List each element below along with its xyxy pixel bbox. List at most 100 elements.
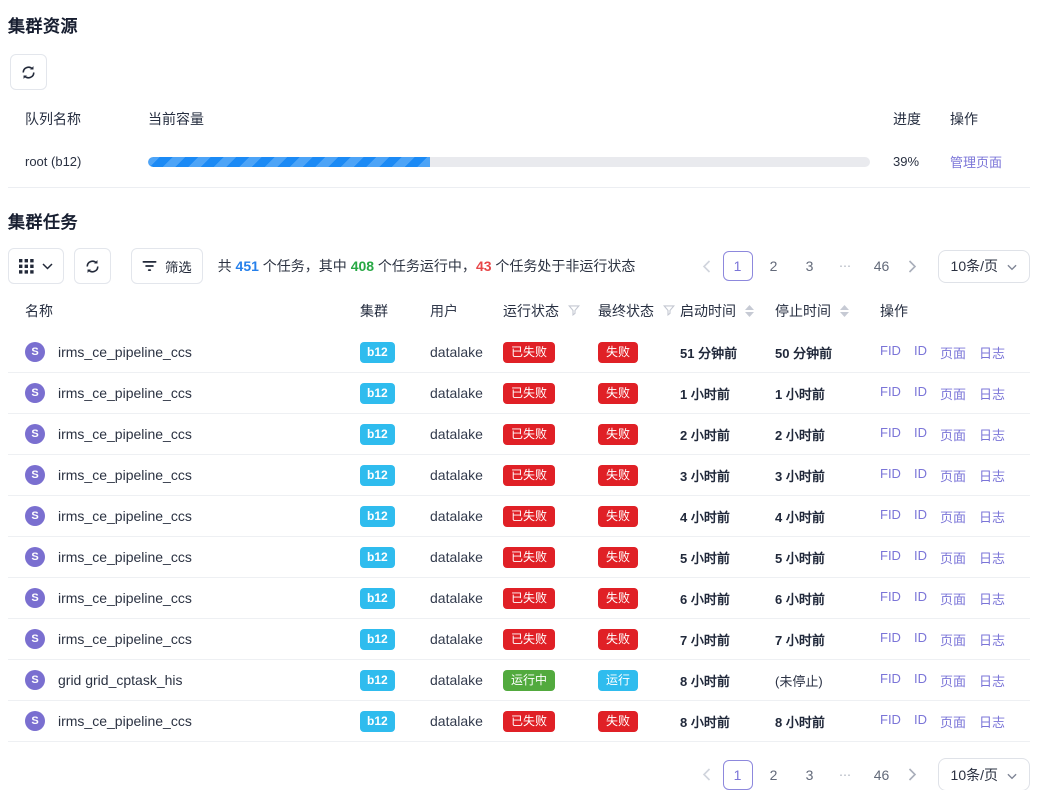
pagination-next-button[interactable]	[900, 251, 926, 281]
filter-button[interactable]: 筛选	[131, 248, 203, 284]
header-cluster: 集群	[360, 301, 430, 321]
action-link-日志[interactable]: 日志	[979, 630, 1005, 649]
page-size-select[interactable]: 10条/页	[938, 758, 1030, 790]
action-link-日志[interactable]: 日志	[979, 548, 1005, 567]
task-name: irms_ce_pipeline_ccs	[58, 590, 192, 606]
final-status-badge: 失败	[598, 711, 638, 732]
chevron-down-icon	[42, 263, 53, 270]
action-link-日志[interactable]: 日志	[979, 425, 1005, 444]
action-link-fid[interactable]: FID	[880, 507, 901, 526]
header-user: 用户	[430, 301, 503, 321]
action-link-页面[interactable]: 页面	[940, 671, 966, 690]
action-link-fid[interactable]: FID	[880, 466, 901, 485]
total-task-count: 451	[236, 258, 259, 274]
action-link-日志[interactable]: 日志	[979, 507, 1005, 526]
task-name: irms_ce_pipeline_ccs	[58, 385, 192, 401]
action-link-fid[interactable]: FID	[880, 712, 901, 731]
column-sorter-icon[interactable]	[840, 305, 849, 317]
action-link-id[interactable]: ID	[914, 507, 927, 526]
pagination-page-3[interactable]: 3	[795, 251, 825, 281]
pagination-page-3[interactable]: 3	[795, 760, 825, 790]
column-settings-button[interactable]	[8, 248, 64, 284]
action-link-页面[interactable]: 页面	[940, 466, 966, 485]
chevron-down-icon	[1007, 767, 1017, 783]
pagination-page-46[interactable]: 46	[867, 760, 897, 790]
start-time: 6 小时前	[680, 589, 775, 608]
manage-page-link[interactable]: 管理页面	[950, 155, 1002, 170]
pagination-page-1[interactable]: 1	[723, 251, 753, 281]
action-link-id[interactable]: ID	[914, 589, 927, 608]
action-link-id[interactable]: ID	[914, 384, 927, 403]
action-link-id[interactable]: ID	[914, 425, 927, 444]
task-name: irms_ce_pipeline_ccs	[58, 713, 192, 729]
user-cell: datalake	[430, 426, 503, 442]
final-status-badge: 失败	[598, 342, 638, 363]
action-link-日志[interactable]: 日志	[979, 671, 1005, 690]
run-status-badge: 已失败	[503, 629, 555, 650]
stop-time: (未停止)	[775, 671, 880, 690]
action-link-fid[interactable]: FID	[880, 589, 901, 608]
start-time: 51 分钟前	[680, 343, 775, 362]
pagination-prev-button[interactable]	[694, 251, 720, 281]
table-row: S grid grid_cptask_his b12 datalake 运行中 …	[8, 660, 1030, 701]
action-link-fid[interactable]: FID	[880, 548, 901, 567]
action-link-页面[interactable]: 页面	[940, 589, 966, 608]
column-filter-icon[interactable]	[568, 303, 580, 319]
action-link-日志[interactable]: 日志	[979, 466, 1005, 485]
page-size-select[interactable]: 10条/页	[938, 250, 1030, 283]
start-time: 5 小时前	[680, 548, 775, 567]
action-link-fid[interactable]: FID	[880, 384, 901, 403]
action-link-页面[interactable]: 页面	[940, 712, 966, 731]
action-link-id[interactable]: ID	[914, 548, 927, 567]
user-cell: datalake	[430, 713, 503, 729]
action-link-日志[interactable]: 日志	[979, 343, 1005, 362]
stopped-task-count: 43	[476, 258, 492, 274]
final-status-badge: 失败	[598, 424, 638, 445]
run-status-badge: 已失败	[503, 342, 555, 363]
row-actions: FID ID 页面日志	[880, 589, 1030, 608]
pagination: 123⋯46	[694, 760, 926, 790]
pagination-page-46[interactable]: 46	[867, 251, 897, 281]
table-row: S irms_ce_pipeline_ccs b12 datalake 已失败 …	[8, 578, 1030, 619]
action-link-fid[interactable]: FID	[880, 343, 901, 362]
action-link-页面[interactable]: 页面	[940, 630, 966, 649]
start-time: 8 小时前	[680, 671, 775, 690]
action-link-id[interactable]: ID	[914, 630, 927, 649]
page-size-value: 10条/页	[951, 765, 998, 785]
action-link-id[interactable]: ID	[914, 343, 927, 362]
pagination-page-1[interactable]: 1	[723, 760, 753, 790]
action-link-日志[interactable]: 日志	[979, 384, 1005, 403]
action-link-fid[interactable]: FID	[880, 425, 901, 444]
action-link-id[interactable]: ID	[914, 712, 927, 731]
tasks-table: 名称 集群 用户 运行状态 最终状态 启动时间 停止时间	[8, 290, 1030, 742]
pagination-prev-button[interactable]	[694, 760, 720, 790]
task-name: irms_ce_pipeline_ccs	[58, 631, 192, 647]
action-link-fid[interactable]: FID	[880, 630, 901, 649]
table-row: S irms_ce_pipeline_ccs b12 datalake 已失败 …	[8, 414, 1030, 455]
action-link-日志[interactable]: 日志	[979, 712, 1005, 731]
action-link-页面[interactable]: 页面	[940, 507, 966, 526]
pagination-page-2[interactable]: 2	[759, 760, 789, 790]
cluster-badge: b12	[360, 506, 395, 527]
action-link-id[interactable]: ID	[914, 466, 927, 485]
pagination-page-2[interactable]: 2	[759, 251, 789, 281]
action-link-页面[interactable]: 页面	[940, 425, 966, 444]
table-row: S irms_ce_pipeline_ccs b12 datalake 已失败 …	[8, 701, 1030, 742]
column-sorter-icon[interactable]	[745, 305, 754, 317]
action-link-页面[interactable]: 页面	[940, 548, 966, 567]
header-name: 名称	[8, 301, 360, 321]
final-status-badge: 失败	[598, 547, 638, 568]
tasks-refresh-button[interactable]	[74, 248, 111, 284]
action-link-页面[interactable]: 页面	[940, 343, 966, 362]
column-filter-icon[interactable]	[663, 303, 675, 319]
row-actions: FID ID 页面日志	[880, 343, 1030, 362]
pagination-next-button[interactable]	[900, 760, 926, 790]
task-name: irms_ce_pipeline_ccs	[58, 467, 192, 483]
action-link-页面[interactable]: 页面	[940, 384, 966, 403]
row-actions: FID ID 页面日志	[880, 384, 1030, 403]
action-link-日志[interactable]: 日志	[979, 589, 1005, 608]
action-link-id[interactable]: ID	[914, 671, 927, 690]
action-link-fid[interactable]: FID	[880, 671, 901, 690]
resources-refresh-button[interactable]	[10, 54, 47, 90]
final-status-badge: 运行	[598, 670, 638, 691]
